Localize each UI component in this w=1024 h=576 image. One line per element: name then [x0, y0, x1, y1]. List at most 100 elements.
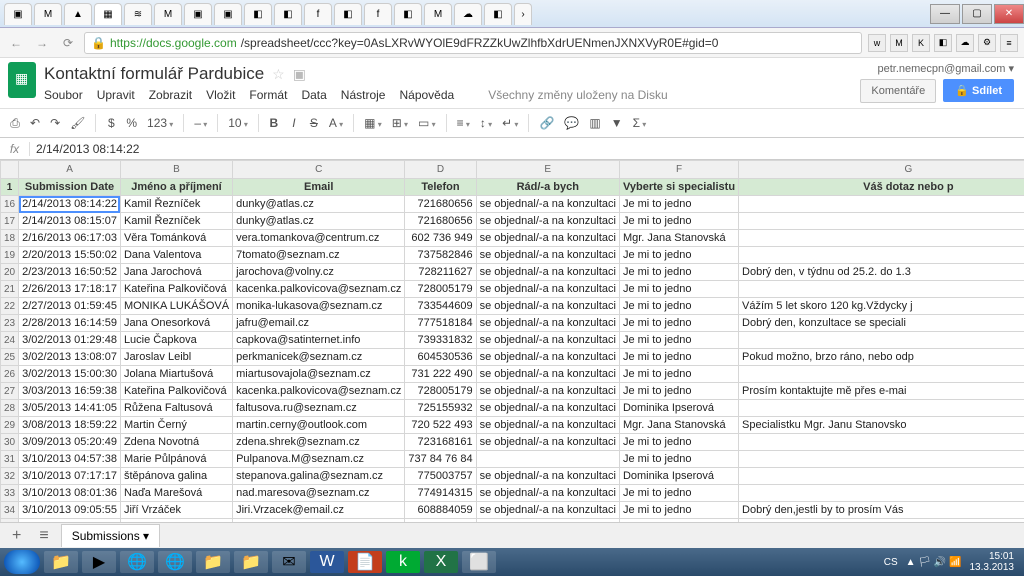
spreadsheet-grid[interactable]: ABCDEFG 1Submission DateJméno a příjmení… [0, 160, 1024, 530]
extension-icon[interactable]: K [912, 34, 930, 52]
cell[interactable]: Kateřina Palkovičová [120, 281, 232, 298]
cell[interactable]: Dominika Ipserová [619, 468, 738, 485]
cell[interactable]: 723168161 [405, 434, 476, 451]
folder-icon[interactable]: ▣ [293, 66, 306, 83]
table-row[interactable]: 343/10/2013 09:05:55Jiří VrzáčekJiri.Vrz… [1, 502, 1024, 519]
cell[interactable]: 3/02/2013 01:29:48 [19, 332, 121, 349]
cell[interactable]: miartusovajola@seznam.cz [233, 366, 405, 383]
menu-item[interactable]: Data [301, 88, 326, 102]
cell[interactable]: kacenka.palkovicova@seznam.cz [233, 383, 405, 400]
cell[interactable]: Kamil Řezníček [120, 196, 232, 213]
cell[interactable]: 604530536 [405, 349, 476, 366]
cell[interactable]: kacenka.palkovicova@seznam.cz [233, 281, 405, 298]
row-header[interactable]: 1 [1, 179, 19, 196]
cell[interactable]: Kamil Řezníček [120, 213, 232, 230]
table-header[interactable]: Vyberte si specialistu [619, 179, 738, 196]
menu-item[interactable]: Soubor [44, 88, 83, 102]
cell[interactable]: 602 736 949 [405, 230, 476, 247]
cell[interactable]: 2/20/2013 15:50:02 [19, 247, 121, 264]
menu-item[interactable]: Vložit [206, 88, 235, 102]
cell[interactable] [739, 332, 1024, 349]
cell[interactable]: vera.tomankova@centrum.cz [233, 230, 405, 247]
cell[interactable]: faltusova.ru@seznam.cz [233, 400, 405, 417]
cell[interactable]: Prosím kontaktujte mě přes e-mai [739, 383, 1024, 400]
taskbar-app[interactable]: k [386, 551, 420, 573]
cell[interactable]: Jiří Vrzáček [120, 502, 232, 519]
cell[interactable]: Lucie Čapkova [120, 332, 232, 349]
cell[interactable]: se objednal/-a na konzultaci [476, 366, 619, 383]
row-header[interactable]: 16 [1, 196, 19, 213]
taskbar-app[interactable]: X [424, 551, 458, 573]
row-header[interactable]: 25 [1, 349, 19, 366]
column-header[interactable]: A [19, 161, 121, 179]
cell[interactable] [739, 213, 1024, 230]
browser-tab[interactable]: ▣ [184, 3, 212, 25]
cell[interactable]: 2/28/2013 16:14:59 [19, 315, 121, 332]
cell[interactable]: 2/16/2013 06:17:03 [19, 230, 121, 247]
cell[interactable]: MONIKA LUKÁŠOVÁ [120, 298, 232, 315]
cell[interactable]: Je mi to jedno [619, 451, 738, 468]
browser-tab[interactable]: ▦ [94, 3, 122, 25]
cell[interactable]: Pulpanova.M@seznam.cz [233, 451, 405, 468]
browser-tab[interactable]: ◧ [484, 3, 512, 25]
cell[interactable]: 728005179 [405, 383, 476, 400]
table-row[interactable]: 323/10/2013 07:17:17štěpánova galinastep… [1, 468, 1024, 485]
cell[interactable]: 728211627 [405, 264, 476, 281]
cell[interactable]: se objednal/-a na konzultaci [476, 434, 619, 451]
table-row[interactable]: 243/02/2013 01:29:48Lucie Čapkovacapkova… [1, 332, 1024, 349]
table-row[interactable]: 212/26/2013 17:18:17Kateřina Palkovičová… [1, 281, 1024, 298]
cell[interactable]: se objednal/-a na konzultaci [476, 264, 619, 281]
row-header[interactable]: 24 [1, 332, 19, 349]
sheet-tab[interactable]: Submissions ▾ [61, 524, 160, 547]
cell[interactable]: capkova@satinternet.info [233, 332, 405, 349]
taskbar-app[interactable]: ⬜ [462, 551, 496, 573]
cell[interactable] [739, 247, 1024, 264]
cell[interactable]: se objednal/-a na konzultaci [476, 400, 619, 417]
table-header[interactable]: Jméno a příjmení [120, 179, 232, 196]
table-row[interactable]: 202/23/2013 16:50:52Jana Jarochovájaroch… [1, 264, 1024, 281]
extension-icon[interactable]: M [890, 34, 908, 52]
row-header[interactable]: 26 [1, 366, 19, 383]
table-row[interactable]: 162/14/2013 08:14:22Kamil Řezníčekdunky@… [1, 196, 1024, 213]
cell[interactable]: 737 84 76 84 [405, 451, 476, 468]
column-header[interactable]: F [619, 161, 738, 179]
cell[interactable]: 3/09/2013 05:20:49 [19, 434, 121, 451]
table-row[interactable]: 172/14/2013 08:15:07Kamil Řezníčekdunky@… [1, 213, 1024, 230]
cell[interactable]: 777518184 [405, 315, 476, 332]
column-header[interactable]: G [739, 161, 1024, 179]
row-header[interactable]: 17 [1, 213, 19, 230]
menu-item[interactable]: Zobrazit [149, 88, 192, 102]
column-header[interactable]: D [405, 161, 476, 179]
number-format[interactable]: 123 [143, 114, 177, 132]
cell[interactable]: Je mi to jedno [619, 383, 738, 400]
cell[interactable]: nad.maresova@seznam.cz [233, 485, 405, 502]
cell[interactable]: 721680656 [405, 213, 476, 230]
table-header[interactable]: Rád/-a bych [476, 179, 619, 196]
system-tray[interactable]: CS ▲ 🏳 🔊 📶 15:0113.3.2013 [884, 551, 1020, 573]
cell[interactable]: 737582846 [405, 247, 476, 264]
browser-tab[interactable]: M [154, 3, 182, 25]
cell[interactable]: Je mi to jedno [619, 485, 738, 502]
cell[interactable]: 2/14/2013 08:15:07 [19, 213, 121, 230]
print-button[interactable]: ⎙ [6, 114, 24, 133]
table-row[interactable]: 313/10/2013 04:57:38Marie PůlpánováPulpa… [1, 451, 1024, 468]
table-row[interactable]: 263/02/2013 15:00:30Jolana Miartušovámia… [1, 366, 1024, 383]
cell[interactable]: 3/10/2013 07:17:17 [19, 468, 121, 485]
extension-icon[interactable]: ≡ [1000, 34, 1018, 52]
row-header[interactable]: 30 [1, 434, 19, 451]
cell[interactable]: se objednal/-a na konzultaci [476, 349, 619, 366]
formula-value[interactable]: 2/14/2013 08:14:22 [30, 142, 139, 156]
cell[interactable]: 3/10/2013 08:01:36 [19, 485, 121, 502]
column-header[interactable]: B [120, 161, 232, 179]
cell[interactable]: 739331832 [405, 332, 476, 349]
cell[interactable]: 2/26/2013 17:18:17 [19, 281, 121, 298]
cell[interactable]: Je mi to jedno [619, 315, 738, 332]
row-header[interactable]: 28 [1, 400, 19, 417]
font-size[interactable]: 10 [224, 114, 252, 132]
cell[interactable] [739, 468, 1024, 485]
taskbar-app[interactable]: 📁 [44, 551, 78, 573]
cell[interactable]: se objednal/-a na konzultaci [476, 383, 619, 400]
cell[interactable]: Marie Půlpánová [120, 451, 232, 468]
sheets-logo-icon[interactable] [8, 62, 36, 98]
cell[interactable]: se objednal/-a na konzultaci [476, 468, 619, 485]
